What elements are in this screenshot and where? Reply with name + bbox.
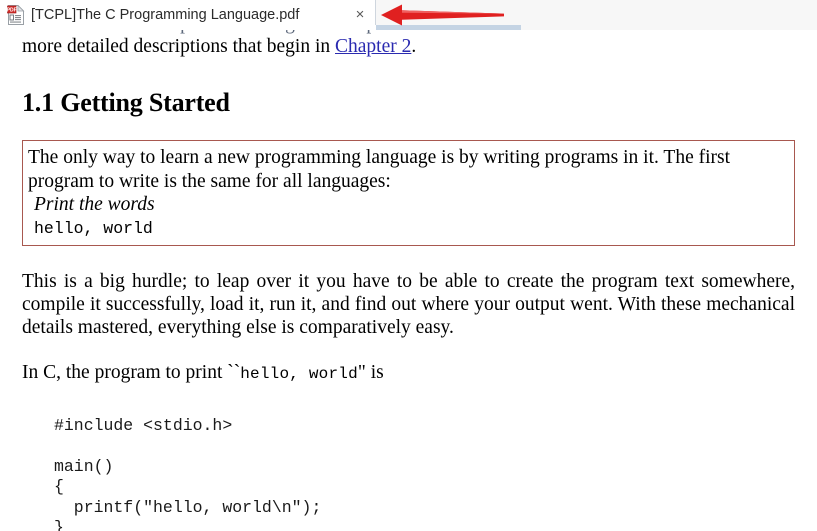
line-in-c-prefix: In C, the program to print `` <box>22 361 241 383</box>
svg-text:PDF: PDF <box>7 7 17 13</box>
intro-paragraph: more detailed descriptions that begin in… <box>0 35 817 58</box>
tab-title: [TCPL]The C Programming Language.pdf <box>31 6 300 23</box>
line-in-c-suffix: " is <box>357 361 384 383</box>
line-in-c: In C, the program to print ``hello, worl… <box>0 361 817 386</box>
browser-tab-bar: PDF [TCPL]The C Programming Language.pdf… <box>0 0 817 30</box>
annotation-arrow-left-icon <box>380 3 504 27</box>
pdf-file-icon: PDF <box>7 4 25 25</box>
code-block-hello-world: #include <stdio.h> main() { printf("hell… <box>54 415 322 531</box>
section-heading: 1.1 Getting Started <box>22 88 230 117</box>
pdf-page-viewport[interactable]: more detailed descriptions that begin in… <box>0 30 817 531</box>
pdf-page-content: more detailed descriptions that begin in… <box>0 30 817 531</box>
tab-close-icon[interactable]: × <box>345 7 375 22</box>
paragraph-hurdle: This is a big hurdle; to leap over it yo… <box>22 270 795 338</box>
intro-text-after-link: . <box>411 36 417 57</box>
callout-italic-line: Print the words <box>34 194 155 215</box>
callout-mono-line: hello, world <box>34 218 153 238</box>
highlighted-callout-box: The only way to learn a new programming … <box>22 140 795 246</box>
clipped-previous-line: more detailed descriptions that begin in… <box>0 30 817 35</box>
intro-text-before-link: more detailed descriptions that begin in <box>22 36 335 57</box>
callout-body: The only way to learn a new programming … <box>28 147 731 192</box>
chapter-2-link[interactable]: Chapter 2 <box>335 36 411 57</box>
line-in-c-mono: hello, world <box>240 364 358 383</box>
